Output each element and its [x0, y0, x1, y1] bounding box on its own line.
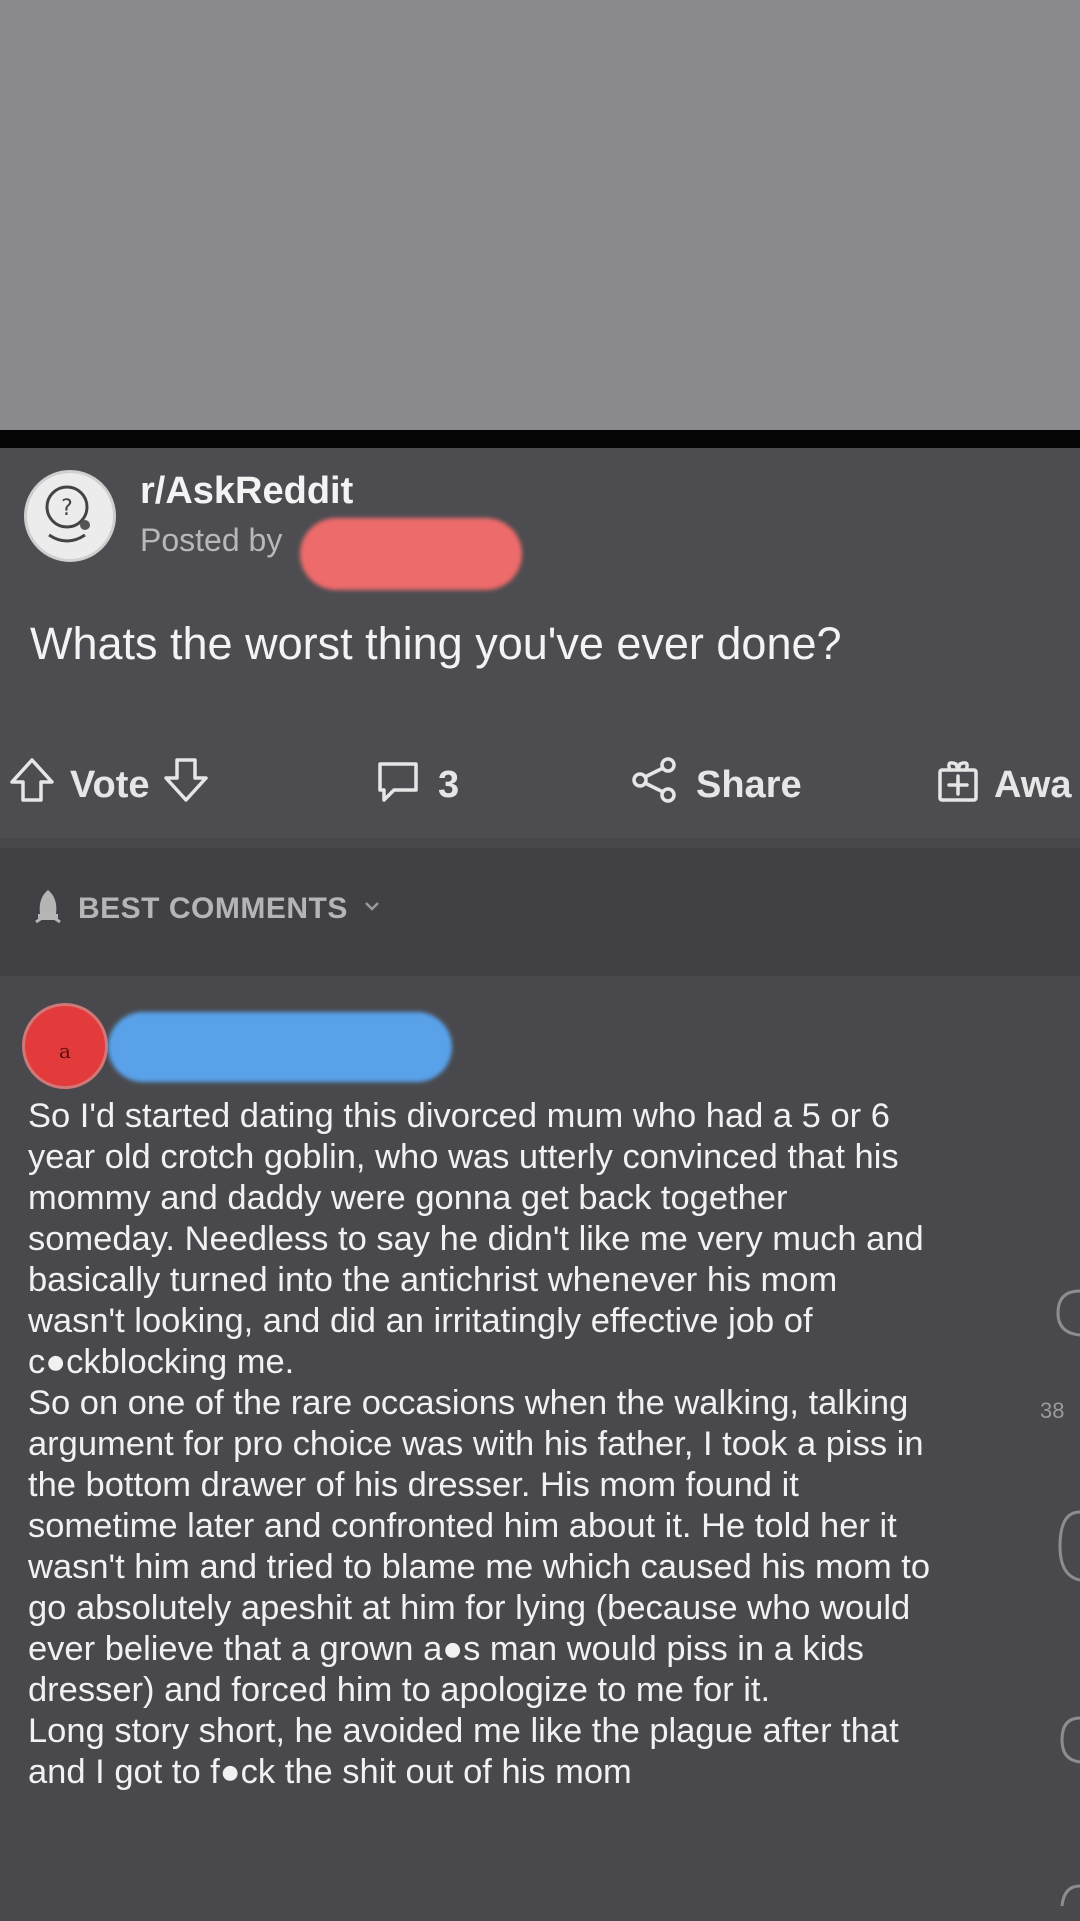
- comment-bubble-icon: [372, 754, 424, 816]
- partial-bubble-icon: [1056, 1289, 1080, 1337]
- upvote-icon[interactable]: [6, 754, 58, 816]
- partial-bubble-icon: [1060, 1716, 1080, 1764]
- svg-text:?: ?: [61, 496, 73, 521]
- chevron-down-icon: [362, 896, 382, 921]
- divider-bar: [0, 430, 1080, 448]
- post-action-bar: Vote 3 Share Awa: [0, 740, 1080, 830]
- share-button[interactable]: Share: [628, 757, 802, 810]
- avatar-letter: a: [59, 1039, 71, 1063]
- award-gift-icon: [932, 754, 984, 816]
- comment-body: So I'd started dating this divorced mum …: [28, 1096, 1080, 1793]
- vote-group: Vote: [6, 758, 212, 810]
- partial-bubble-icon: [1060, 1884, 1080, 1907]
- comment-paragraph: So I'd started dating this divorced mum …: [28, 1097, 924, 1381]
- award-label: Awa: [994, 763, 1072, 806]
- comment-paragraph: Long story short, he avoided me like the…: [28, 1712, 899, 1791]
- share-icon: [628, 753, 682, 817]
- side-vote-count: 38: [1040, 1398, 1065, 1423]
- sort-dropdown[interactable]: BEST COMMENTS: [28, 886, 382, 931]
- redacted-commenter-name: [108, 1012, 452, 1082]
- comment-paragraph: So on one of the rare occasions when the…: [28, 1384, 931, 1709]
- sort-label: BEST COMMENTS: [78, 891, 348, 925]
- post-title[interactable]: Whats the worst thing you've ever done?: [30, 618, 842, 670]
- top-blank-area: [0, 0, 1080, 430]
- comment-avatar[interactable]: a: [22, 1003, 108, 1089]
- subreddit-name[interactable]: r/AskReddit: [140, 470, 353, 513]
- redacted-username: [300, 518, 522, 590]
- posted-by-label: Posted by: [140, 522, 283, 558]
- rocket-icon: [28, 886, 68, 931]
- comment-sort-bar: BEST COMMENTS: [0, 848, 1080, 976]
- vote-label: Vote: [70, 763, 150, 806]
- partial-bubble-icon: [1058, 1510, 1080, 1582]
- comments-button[interactable]: 3: [372, 760, 459, 810]
- comment-count: 3: [438, 763, 460, 806]
- subreddit-avatar-icon[interactable]: ?: [24, 470, 116, 562]
- share-label: Share: [696, 763, 802, 806]
- downvote-icon[interactable]: [160, 754, 212, 816]
- award-button[interactable]: Awa: [932, 760, 1071, 810]
